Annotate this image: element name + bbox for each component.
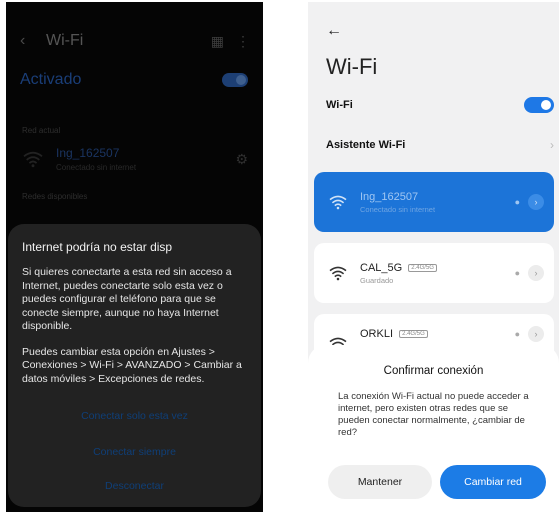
wifi-toggle[interactable]	[524, 97, 554, 113]
network-item-active[interactable]: Ing_162507 Conectado sin internet ● ›	[314, 172, 554, 232]
available-networks-heading: Redes disponibles	[22, 192, 88, 201]
wifi-icon	[329, 266, 347, 281]
qr-icon[interactable]: ▦	[211, 33, 224, 50]
wifi-toggle[interactable]	[222, 73, 248, 87]
current-network-heading: Red actual	[22, 126, 61, 135]
dialog-title: Confirmar conexión	[383, 365, 484, 377]
wifi-assistant-label: Asistente Wi-Fi	[326, 139, 406, 151]
current-network-status: Conectado sin internet	[56, 163, 137, 172]
wifi-label: Wi-Fi	[326, 99, 353, 111]
arrow-left-icon[interactable]: ‹	[20, 32, 40, 50]
keep-button[interactable]: Mantener	[328, 465, 432, 499]
chevron-right-icon: ›	[550, 138, 554, 152]
wifi-icon	[23, 151, 43, 168]
left-header: ‹ Wi-Fi ▦ ⋮	[20, 30, 250, 52]
current-network-name: Ing_162507	[56, 146, 120, 160]
left-page-title: Wi-Fi	[46, 32, 84, 49]
band-badge: 2.4G/5G	[399, 330, 428, 339]
arrow-left-icon[interactable]: ←	[326, 22, 342, 40]
dialog-body: La conexión Wi-Fi actual no puede accede…	[338, 391, 529, 438]
wifi-assistant-row[interactable]: Asistente Wi-Fi ›	[326, 136, 554, 154]
dialog-body: Si quieres conectarte a esta red sin acc…	[22, 266, 232, 332]
dialog-title: Internet podría no estar disp	[22, 240, 173, 254]
lock-icon: ●	[514, 329, 520, 339]
wifi-toggle-row[interactable]: Wi-Fi	[326, 96, 554, 114]
network-status: Guardado	[360, 275, 394, 285]
left-phone-screen: ‹ Wi-Fi ▦ ⋮ Activado Red actual Ing_1625…	[6, 2, 263, 512]
lock-icon: ●	[514, 268, 520, 278]
right-phone-screen: ← Wi-Fi Wi-Fi Asistente Wi-Fi › Ing_1625…	[308, 2, 559, 512]
network-name: CAL_5G	[360, 261, 403, 274]
confirm-connection-dialog: Confirmar conexión La conexión Wi-Fi act…	[308, 345, 559, 512]
left-wifi-settings: ‹ Wi-Fi ▦ ⋮ Activado Red actual Ing_1625…	[6, 2, 263, 212]
internet-warning-dialog: Internet podría no estar disp Si quieres…	[8, 224, 261, 507]
wifi-master-toggle-row[interactable]: Activado	[20, 68, 248, 92]
change-network-button[interactable]: Cambiar red	[440, 465, 546, 499]
current-network-item[interactable]: Ing_162507 Conectado sin internet ⚙	[22, 142, 248, 176]
lock-icon: ●	[514, 197, 520, 207]
wifi-icon	[329, 195, 347, 210]
disconnect-button[interactable]: Desconectar	[8, 480, 261, 492]
network-item[interactable]: CAL_5G 2.4G/5G Guardado ● ›	[314, 243, 554, 303]
connect-once-button[interactable]: Conectar solo esta vez	[8, 410, 261, 422]
chevron-right-icon[interactable]: ›	[528, 265, 544, 281]
chevron-right-icon[interactable]: ›	[528, 194, 544, 210]
chevron-right-icon[interactable]: ›	[528, 326, 544, 342]
wifi-activated-label: Activado	[20, 71, 82, 88]
connect-always-button[interactable]: Conectar siempre	[8, 446, 261, 458]
network-name: Ing_162507	[360, 190, 419, 203]
more-vert-icon[interactable]: ⋮	[236, 33, 250, 50]
right-page-title: Wi-Fi	[326, 54, 378, 79]
network-name: ORKLI	[360, 328, 394, 340]
gear-icon[interactable]: ⚙	[235, 151, 248, 168]
network-status: Conectado sin internet	[360, 204, 436, 214]
left-header-icons: ▦ ⋮	[211, 33, 250, 50]
band-badge: 2.4G/5G	[408, 263, 437, 272]
dialog-body-settings-hint: Puedes cambiar esta opción en Ajustes > …	[22, 345, 242, 385]
